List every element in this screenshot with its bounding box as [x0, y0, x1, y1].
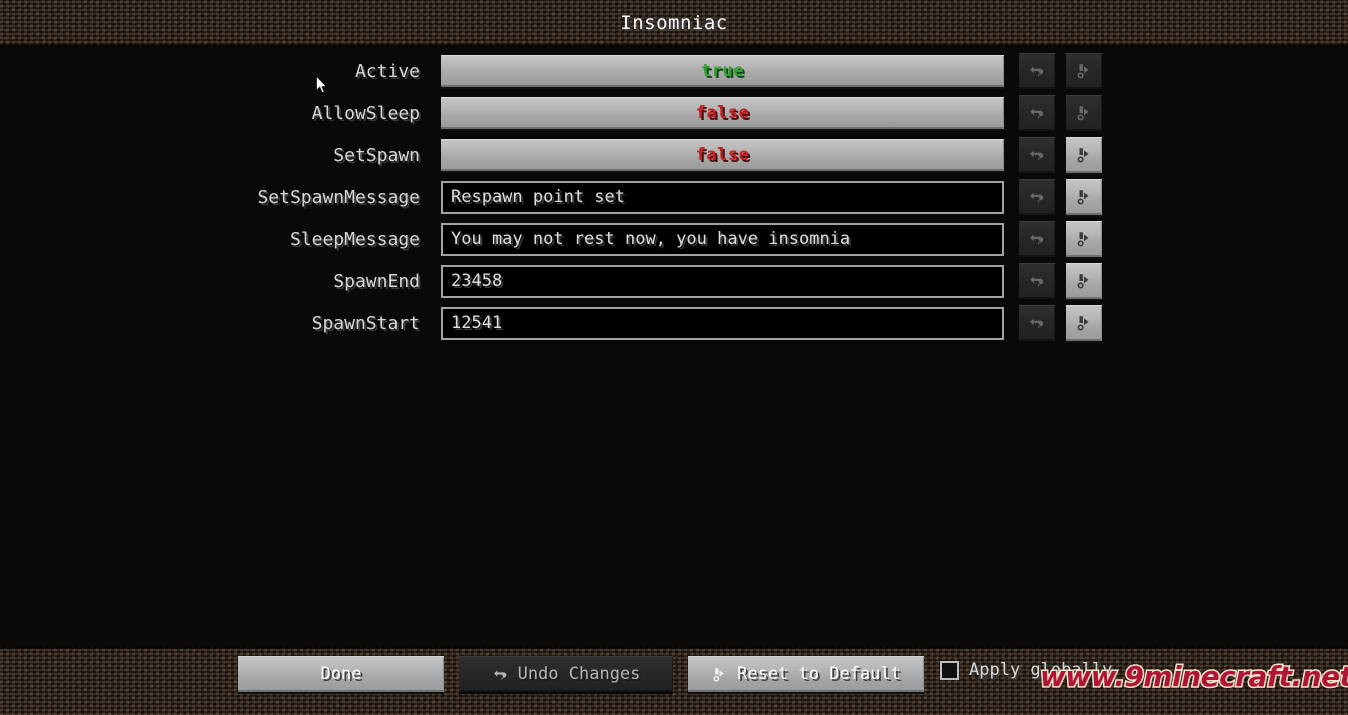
site-watermark: www.9minecraft.net [1038, 659, 1348, 695]
row-reset-button[interactable] [1066, 263, 1102, 299]
row-reset-button[interactable] [1066, 95, 1102, 131]
done-button-label: Done [320, 664, 362, 684]
config-row-label: SpawnStart [311, 312, 420, 334]
checkbox-box[interactable] [940, 660, 959, 680]
minecraft-config-screen: Insomniac Active true AllowSleep false SetSp… [0, 0, 1348, 715]
row-undo-button[interactable] [1019, 179, 1055, 215]
done-button[interactable]: Done [238, 656, 444, 692]
config-value-input[interactable] [441, 264, 1004, 298]
config-row: AllowSleep false [0, 92, 1348, 134]
undo-changes-label: Undo Changes [517, 664, 641, 684]
row-reset-button[interactable] [1066, 305, 1102, 341]
config-row: SetSpawn false [0, 134, 1348, 176]
reset-to-default-label: Reset to Default [737, 664, 901, 684]
config-value-input[interactable] [441, 222, 1004, 256]
config-value: true [701, 61, 744, 81]
config-value-input[interactable] [441, 306, 1004, 340]
reset-to-default-button[interactable]: Reset to Default [688, 656, 924, 692]
row-undo-button[interactable] [1019, 221, 1055, 257]
reset-to-default-icon [713, 667, 724, 682]
config-row-label: SetSpawn [333, 144, 420, 166]
config-value: false [695, 103, 750, 123]
row-reset-button[interactable] [1066, 179, 1102, 215]
config-row: SleepMessage [0, 218, 1348, 260]
config-option-list: Active true AllowSleep false SetSpawn false Se… [0, 50, 1348, 344]
config-value-toggle[interactable]: false [441, 139, 1004, 171]
config-row-label: Active [354, 60, 420, 82]
row-reset-button[interactable] [1066, 53, 1102, 89]
config-value-toggle[interactable]: false [441, 97, 1004, 129]
config-row: SpawnEnd [0, 260, 1348, 302]
row-reset-button[interactable] [1066, 137, 1102, 173]
row-undo-button[interactable] [1019, 305, 1055, 341]
row-undo-button[interactable] [1019, 95, 1055, 131]
row-undo-button[interactable] [1019, 53, 1055, 89]
config-row-label: SleepMessage [289, 228, 420, 250]
row-undo-button[interactable] [1019, 263, 1055, 299]
config-row-label: SpawnEnd [333, 270, 420, 292]
undo-changes-button[interactable]: Undo Changes [459, 656, 673, 692]
undo-arrow-icon [493, 669, 506, 680]
page-title: Insomniac [620, 12, 728, 34]
config-row-label: SetSpawnMessage [257, 186, 420, 208]
config-value-toggle[interactable]: true [441, 55, 1004, 87]
row-undo-button[interactable] [1019, 137, 1055, 173]
screen-header: Insomniac [0, 0, 1348, 47]
row-reset-button[interactable] [1066, 221, 1102, 257]
config-row: Active true [0, 50, 1348, 92]
config-row: SpawnStart [0, 302, 1348, 344]
config-row-label: AllowSleep [311, 102, 420, 124]
config-value-input[interactable] [441, 180, 1004, 214]
config-row: SetSpawnMessage [0, 176, 1348, 218]
config-value: false [695, 145, 750, 165]
